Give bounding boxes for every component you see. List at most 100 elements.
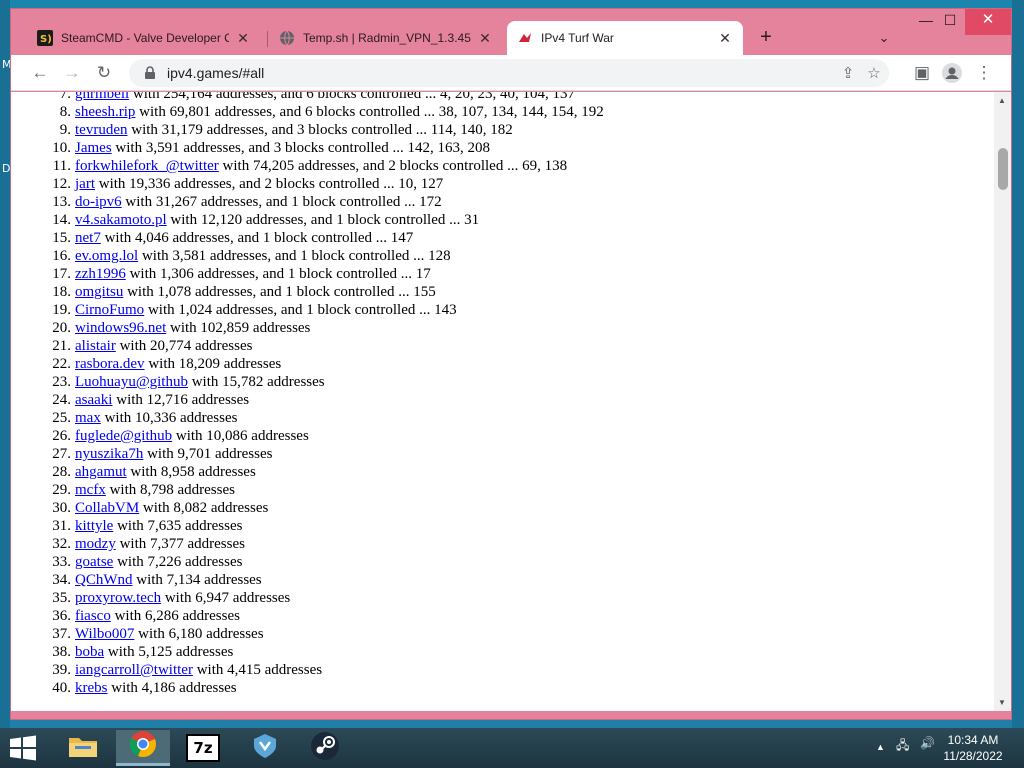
- taskbar-chrome[interactable]: [116, 730, 170, 766]
- side-panel-icon[interactable]: ▣: [909, 60, 935, 86]
- entry-rank: 29.: [52, 482, 71, 498]
- entry-name-link[interactable]: sheesh.rip: [75, 104, 135, 120]
- start-button[interactable]: [8, 734, 40, 762]
- entry-name-link[interactable]: CollabVM: [75, 500, 139, 516]
- entry-body: krebs with 4,186 addresses: [75, 679, 615, 697]
- entry-name-link[interactable]: iangcarroll@twitter: [75, 662, 193, 678]
- entry-name-link[interactable]: goatse: [75, 554, 113, 570]
- entry-name-link[interactable]: omgitsu: [75, 284, 123, 300]
- scroll-down-arrow-icon[interactable]: ▼: [997, 698, 1007, 707]
- entry-name-link[interactable]: zzh1996: [75, 266, 126, 282]
- entry-stats: with 1,078 addresses, and 1 block contro…: [123, 284, 436, 300]
- taskbar-steam[interactable]: [298, 730, 352, 766]
- entry-name-link[interactable]: asaaki: [75, 392, 112, 408]
- entry-name-link[interactable]: net7: [75, 230, 101, 246]
- leaderboard-entry: 34. QChWnd with 7,134 addresses: [11, 571, 991, 589]
- reload-button[interactable]: ↻: [91, 60, 117, 86]
- entry-name-link[interactable]: ghrmbell: [75, 92, 129, 102]
- entry-body: Wilbo007 with 6,180 addresses: [75, 625, 615, 643]
- entry-rank: 22.: [52, 356, 71, 372]
- entry-body: Luohuayu@github with 15,782 addresses: [75, 373, 615, 391]
- entry-name-link[interactable]: v4.sakamoto.pl: [75, 212, 167, 228]
- entry-name-link[interactable]: do-ipv6: [75, 194, 122, 210]
- entry-name-link[interactable]: alistair: [75, 338, 116, 354]
- entry-rank: 11.: [52, 158, 71, 174]
- entry-name-link[interactable]: ahgamut: [75, 464, 127, 480]
- entry-name-link[interactable]: tevruden: [75, 122, 127, 138]
- scroll-thumb[interactable]: [998, 148, 1008, 190]
- system-clock[interactable]: 10:34 AM 11/28/2022: [936, 732, 1010, 764]
- entry-body: fuglede@github with 10,086 addresses: [75, 427, 615, 445]
- leaderboard-entry: 28. ahgamut with 8,958 addresses: [11, 463, 991, 481]
- entry-rank: 10.: [52, 140, 71, 156]
- entry-rank: 30.: [52, 500, 71, 516]
- entry-name-link[interactable]: mcfx: [75, 482, 106, 498]
- back-button[interactable]: ←: [27, 60, 53, 86]
- entry-name-link[interactable]: boba: [75, 644, 104, 660]
- entry-name-link[interactable]: modzy: [75, 536, 116, 552]
- leaderboard: 7. ghrmbell with 254,164 addresses, and 6…: [11, 92, 991, 697]
- entry-name-link[interactable]: windows96.net: [75, 320, 166, 336]
- 7zip-icon: 7z: [186, 734, 220, 762]
- entry-name-link[interactable]: forkwhilefork_@twitter: [75, 158, 219, 174]
- tab-steamcmd[interactable]: S) SteamCMD - Valve Developer Co ✕: [27, 21, 261, 55]
- window-close-button[interactable]: ✕: [965, 9, 1011, 35]
- scroll-up-arrow-icon[interactable]: ▲: [997, 96, 1007, 105]
- url-text[interactable]: ipv4.games/#all: [167, 65, 264, 81]
- tray-chevron-icon[interactable]: ▲: [876, 742, 885, 752]
- share-icon[interactable]: ⇪: [839, 65, 857, 83]
- entry-body: max with 10,336 addresses: [75, 409, 615, 427]
- entry-body: sheesh.rip with 69,801 addresses, and 6 …: [75, 103, 615, 121]
- forward-button[interactable]: →: [59, 60, 85, 86]
- lock-icon[interactable]: [143, 66, 157, 80]
- tab-search-button[interactable]: ⌄: [873, 27, 895, 49]
- profile-avatar[interactable]: [939, 60, 965, 86]
- entry-name-link[interactable]: max: [75, 410, 101, 426]
- browser-toolbar: ← → ↻ ipv4.games/#all ⇪ ☆ ▣ ⋮: [11, 55, 1011, 91]
- entry-name-link[interactable]: nyuszika7h: [75, 446, 143, 462]
- entry-name-link[interactable]: ev.omg.lol: [75, 248, 138, 264]
- entry-stats: with 8,798 addresses: [105, 482, 235, 498]
- vertical-scrollbar[interactable]: ▲ ▼: [994, 92, 1011, 711]
- entry-stats: with 10,086 addresses: [172, 428, 309, 444]
- leaderboard-entry: 10. James with 3,591 addresses, and 3 blo…: [11, 139, 991, 157]
- entry-rank: 15.: [52, 230, 71, 246]
- entry-body: proxyrow.tech with 6,947 addresses: [75, 589, 615, 607]
- entry-name-link[interactable]: rasbora.dev: [75, 356, 145, 372]
- entry-stats: with 1,024 addresses, and 1 block contro…: [144, 302, 457, 318]
- tab-separator: [267, 31, 268, 47]
- tab-ipv4-turf-war[interactable]: IPv4 Turf War ✕: [507, 21, 743, 55]
- menu-kebab-icon[interactable]: ⋮: [971, 60, 997, 86]
- tab-close-icon[interactable]: ✕: [235, 30, 251, 47]
- entry-stats: with 254,164 addresses, and 6 blocks con…: [129, 92, 575, 102]
- entry-name-link[interactable]: Luohuayu@github: [75, 374, 188, 390]
- tab-close-icon[interactable]: ✕: [717, 30, 733, 47]
- entry-name-link[interactable]: krebs: [75, 680, 108, 696]
- entry-name-link[interactable]: Wilbo007: [75, 626, 134, 642]
- entry-name-link[interactable]: QChWnd: [75, 572, 133, 588]
- new-tab-button[interactable]: +: [753, 25, 779, 51]
- entry-name-link[interactable]: fuglede@github: [75, 428, 172, 444]
- entry-name-link[interactable]: kittyle: [75, 518, 113, 534]
- taskbar-file-explorer[interactable]: [56, 730, 110, 766]
- entry-name-link[interactable]: fiasco: [75, 608, 111, 624]
- maximize-button[interactable]: ☐: [933, 9, 967, 35]
- entry-name-link[interactable]: jart: [75, 176, 95, 192]
- entry-name-link[interactable]: CirnoFumo: [75, 302, 144, 318]
- bookmark-star-icon[interactable]: ☆: [865, 65, 883, 83]
- address-bar[interactable]: ipv4.games/#all ⇪ ☆: [129, 59, 889, 87]
- browser-window: S) SteamCMD - Valve Developer Co ✕ Temp.…: [10, 8, 1012, 720]
- tab-tempsh[interactable]: Temp.sh | Radmin_VPN_1.3.4568 ✕: [269, 21, 503, 55]
- network-icon[interactable]: 🖧: [896, 736, 909, 757]
- entry-body: nyuszika7h with 9,701 addresses: [75, 445, 615, 463]
- entry-body: goatse with 7,226 addresses: [75, 553, 615, 571]
- entry-name-link[interactable]: James: [75, 140, 112, 156]
- entry-stats: with 12,120 addresses, and 1 block contr…: [166, 212, 480, 228]
- taskbar: 7z ▲ 🖧 🔊 10:34 AM 11/28/2022: [0, 728, 1024, 768]
- taskbar-7zip[interactable]: 7z: [176, 730, 230, 766]
- volume-icon[interactable]: 🔊: [920, 736, 935, 750]
- entry-name-link[interactable]: proxyrow.tech: [75, 590, 161, 606]
- leaderboard-entry: 19. CirnoFumo with 1,024 addresses, and 1…: [11, 301, 991, 319]
- taskbar-radmin-vpn[interactable]: [238, 730, 292, 766]
- tab-close-icon[interactable]: ✕: [477, 30, 493, 47]
